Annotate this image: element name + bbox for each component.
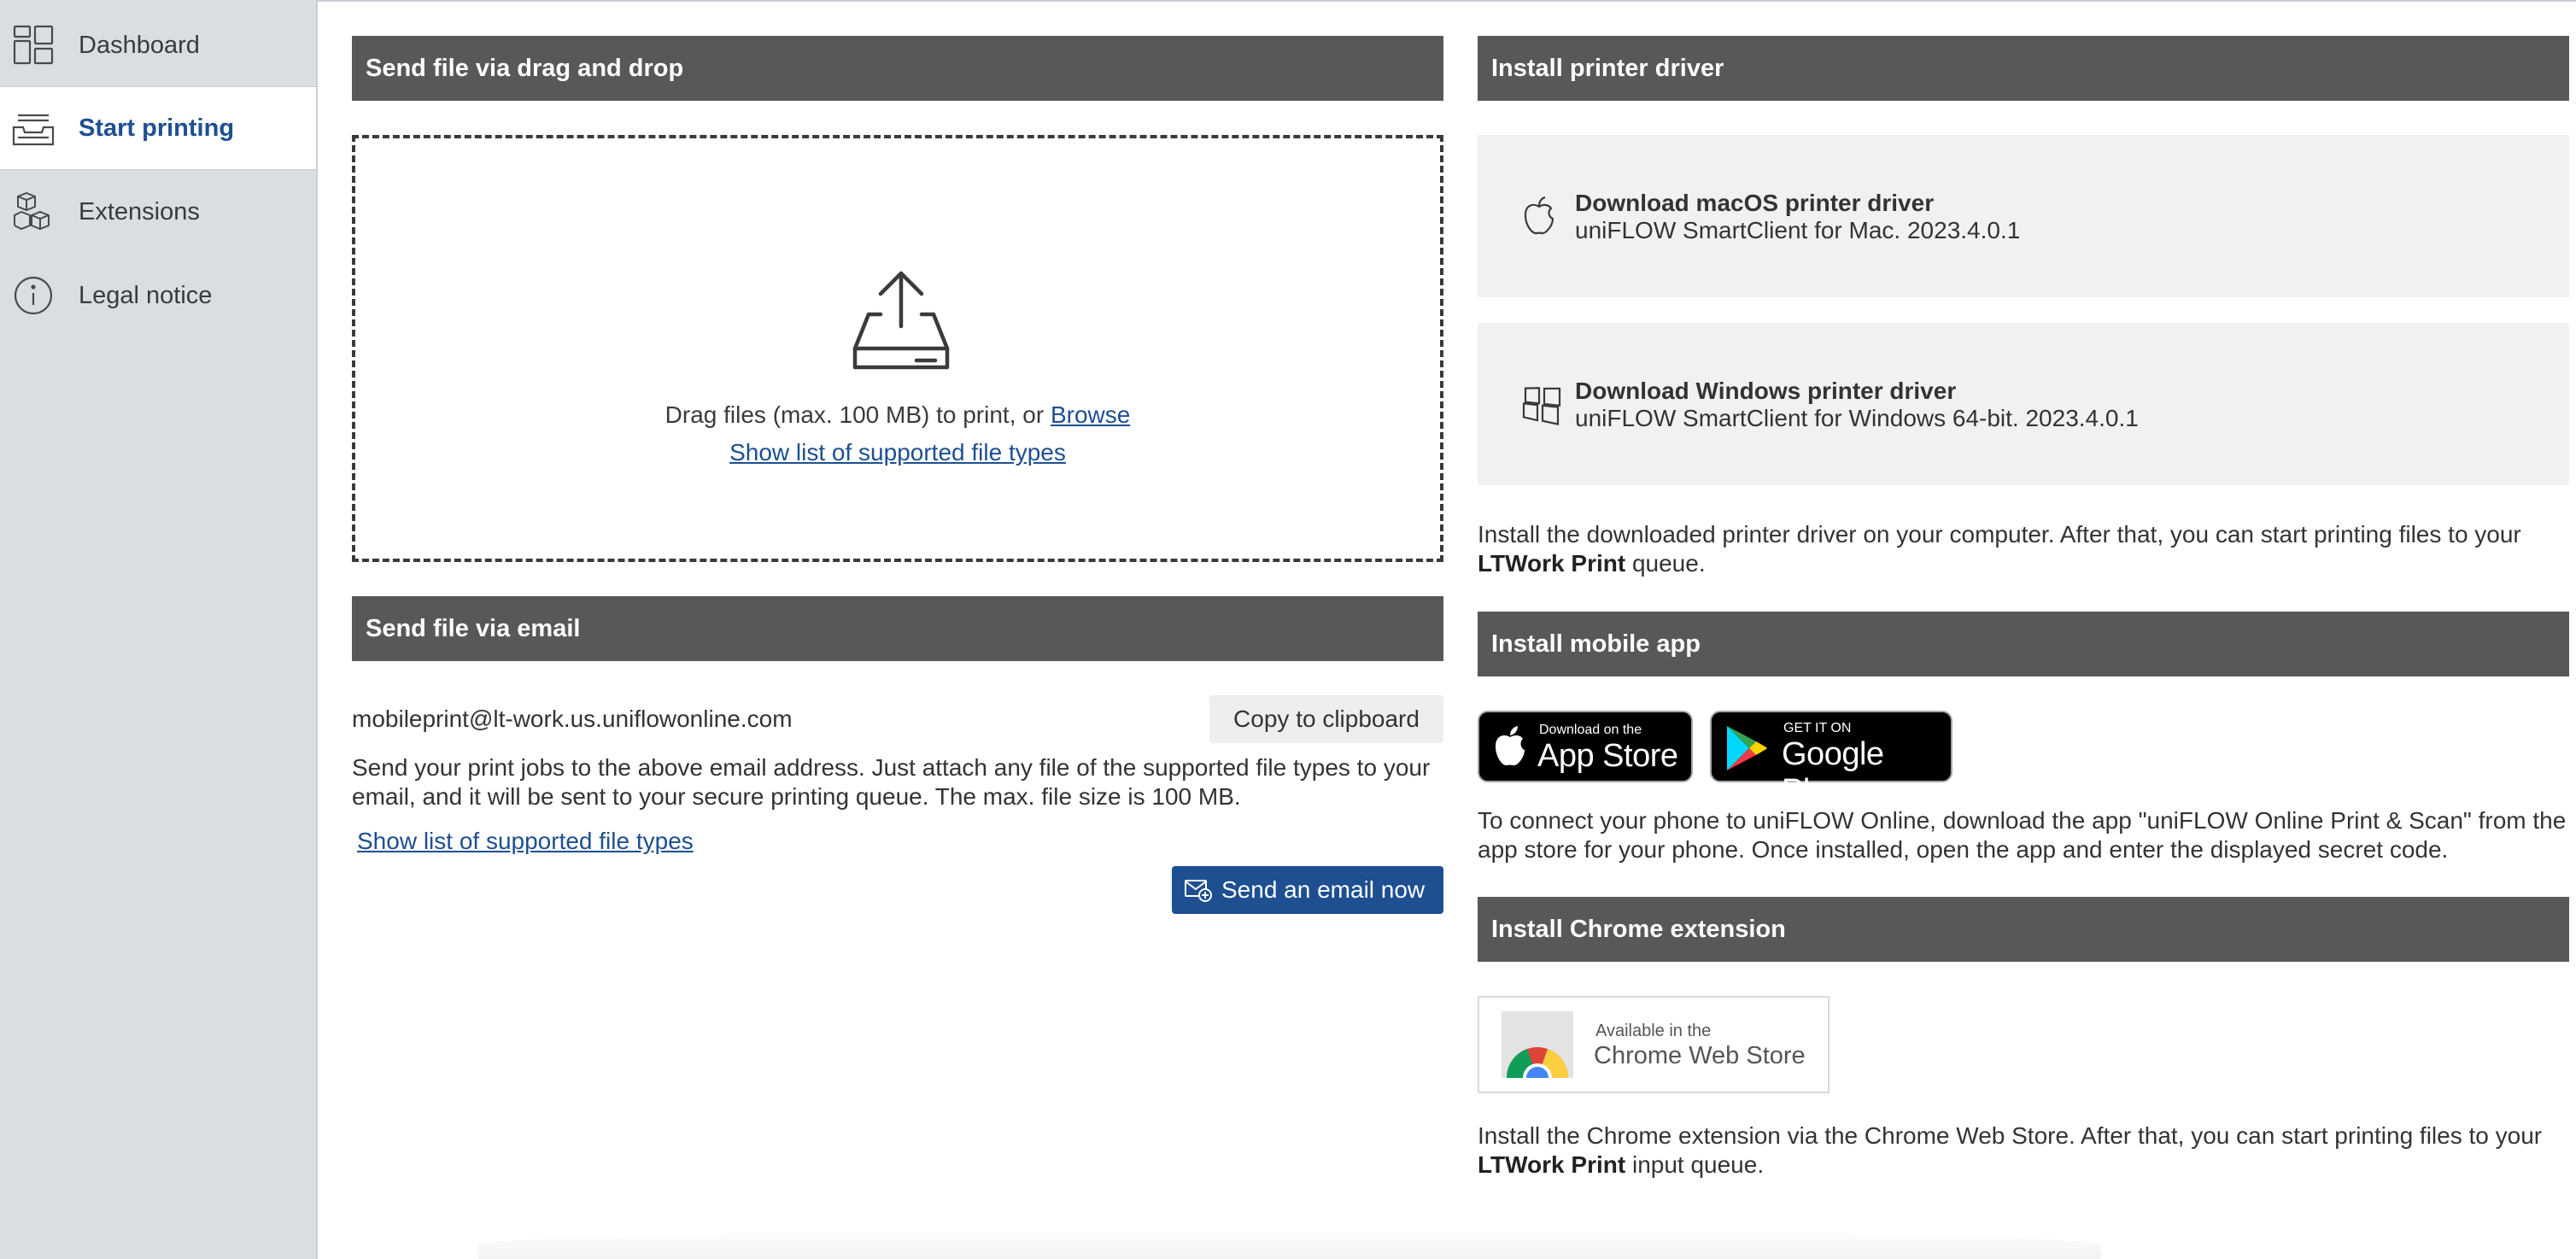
top-divider (318, 0, 2576, 2)
file-drop-zone[interactable]: Drag files (max. 100 MB) to print, or Br… (352, 135, 1443, 562)
browse-link[interactable]: Browse (1051, 401, 1130, 428)
show-supported-types-link[interactable]: Show list of supported file types (357, 828, 694, 854)
send-button-label: Send an email now (1221, 876, 1426, 903)
driver-instructions-text: Install the downloaded printer driver on… (1478, 521, 2521, 548)
mail-icon (1185, 880, 1212, 902)
appstore-big-text: App Store (1537, 738, 1678, 774)
chrome-instructions-end: input queue. (1631, 1151, 1765, 1178)
windows-icon (1520, 383, 1563, 425)
printer-tray-icon (10, 105, 56, 151)
driver-section-header: Install printer driver (1478, 36, 2569, 101)
google-play-badge[interactable]: GET IT ON Google Play (1710, 711, 1952, 809)
sidebar-item-label: Start printing (79, 114, 235, 142)
apple-icon (1520, 195, 1563, 237)
cubes-icon (10, 189, 56, 235)
chrome-web-store-badge[interactable]: Available in the Chrome Web Store (1478, 996, 1830, 1093)
windows-driver-card[interactable]: Download Windows printer driver uniFLOW … (1478, 323, 2569, 485)
driver-instructions: Install the downloaded printer driver on… (1478, 520, 2569, 578)
sidebar-item-label: Extensions (79, 197, 200, 225)
windows-driver-subtitle: uniFLOW SmartClient for Windows 64-bit. … (1575, 405, 2139, 431)
apple-logo-icon (1491, 724, 1529, 775)
email-section-header: Send file via email (352, 596, 1443, 661)
chrome-instructions-text: Install the Chrome extension via the Chr… (1478, 1122, 2543, 1149)
driver-instructions-end: queue. (1631, 550, 1706, 577)
drag-text: Drag files (max. 100 MB) to print, or (664, 401, 1045, 428)
show-supported-types-link[interactable]: Show list of supported file types (729, 439, 1066, 466)
drop-instructions: Drag files (max. 100 MB) to print, or Br… (355, 401, 1440, 429)
queue-name: LTWork Print (1478, 1151, 1626, 1178)
queue-name: LTWork Print (1478, 550, 1626, 577)
copy-to-clipboard-button[interactable]: Copy to clipboard (1209, 695, 1443, 743)
email-address: mobileprint@lt-work.us.uniflowonline.com (352, 706, 793, 732)
info-icon (10, 272, 56, 319)
email-description: Send your print jobs to the above email … (352, 754, 1431, 810)
dragdrop-section-header: Send file via drag and drop (352, 36, 1443, 101)
sidebar-item-start-printing[interactable]: Start printing (0, 86, 316, 170)
chrome-logo-icon (1502, 1011, 1573, 1092)
chrome-instructions: Install the Chrome extension via the Chr… (1478, 1121, 2569, 1180)
mac-driver-card[interactable]: Download macOS printer driver uniFLOW Sm… (1478, 135, 2569, 297)
mac-driver-title[interactable]: Download macOS printer driver (1575, 190, 1934, 217)
google-play-icon (1725, 724, 1768, 778)
googleplay-big-text: Google Play (1782, 736, 1884, 809)
email-supported-types-row: Show list of supported file types (357, 827, 694, 856)
sidebar-item-legal-notice[interactable]: Legal notice (0, 254, 316, 337)
mobile-section-header: Install mobile app (1478, 612, 2569, 676)
appstore-small-text: Download on the (1539, 723, 1642, 737)
sidebar-item-dashboard[interactable]: Dashboard (0, 3, 316, 87)
sidebar-item-extensions[interactable]: Extensions (0, 170, 316, 254)
chrome-badge-small-text: Available in the (1595, 1022, 1712, 1040)
app-store-badge[interactable]: Download on the App Store (1478, 711, 1693, 782)
dashboard-icon (10, 22, 56, 68)
upload-icon (846, 266, 957, 378)
bottom-shadow (478, 1230, 2101, 1259)
chrome-section-header: Install Chrome extension (1478, 897, 2569, 962)
chrome-badge-big-text: Chrome Web Store (1594, 1042, 1806, 1069)
googleplay-small-text: GET IT ON (1783, 721, 1852, 735)
windows-driver-title[interactable]: Download Windows printer driver (1575, 378, 1956, 405)
supported-types-row: Show list of supported file types (355, 439, 1440, 466)
sidebar-item-label: Legal notice (79, 281, 213, 309)
send-email-button[interactable]: Send an email now (1172, 866, 1443, 914)
mobile-instructions: To connect your phone to uniFLOW Online,… (1478, 807, 2567, 863)
mac-driver-subtitle: uniFLOW SmartClient for Mac. 2023.4.0.1 (1575, 217, 2021, 243)
sidebar: Dashboard Start printing Extensions Lega… (0, 0, 318, 1259)
sidebar-item-label: Dashboard (79, 31, 200, 59)
